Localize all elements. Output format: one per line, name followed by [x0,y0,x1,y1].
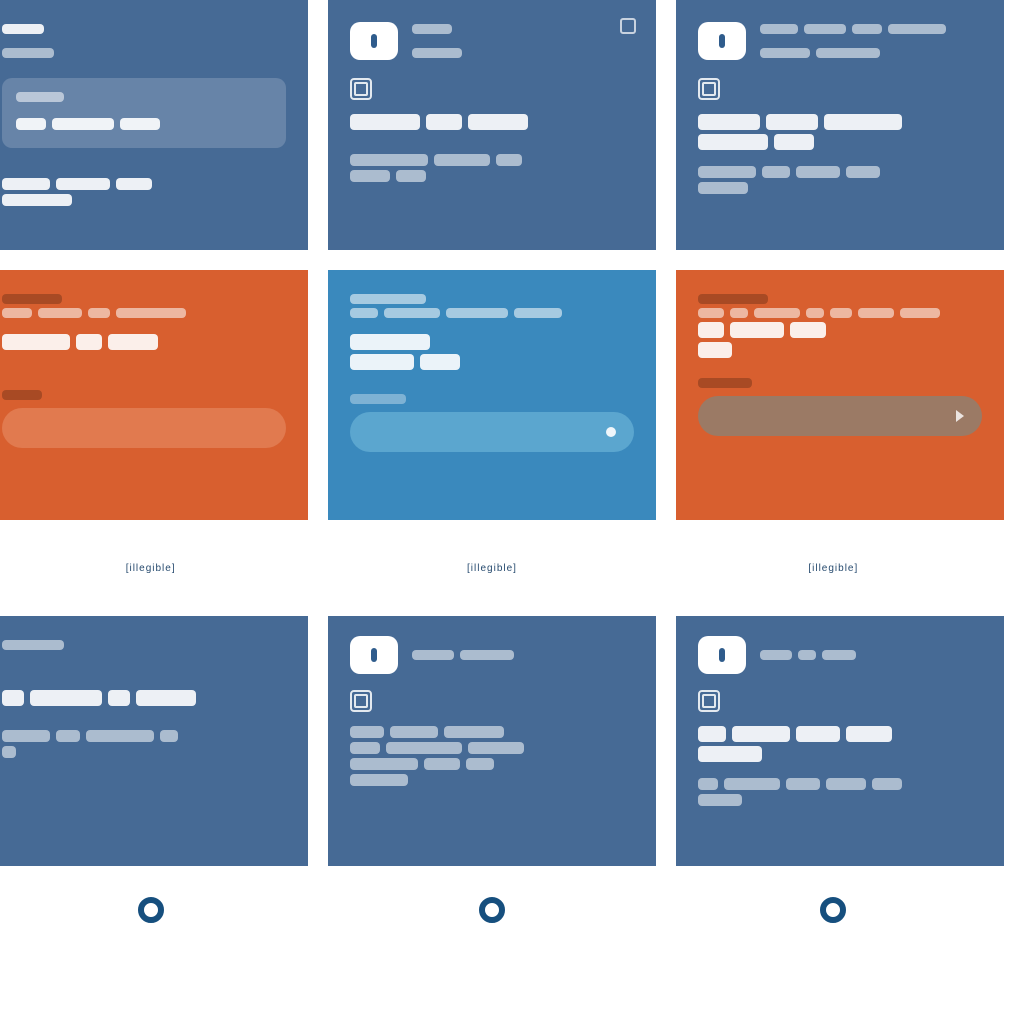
avatar-icon [698,22,746,60]
card-body [350,154,634,166]
card-r2c1[interactable] [0,270,308,520]
card-meta [2,24,54,34]
card-body [698,794,982,806]
card-body [350,726,634,738]
card-r2c3[interactable] [676,270,1004,520]
card-body [350,774,634,786]
avatar-icon [698,636,746,674]
card-meta-sub [412,48,462,58]
card-body [350,170,634,182]
card-grid: [illegible] [illegible] [illegible] [0,0,1004,934]
card-body [2,194,286,206]
doc-icon [698,78,720,100]
page-indicator-icon[interactable] [138,897,164,923]
card-body [698,778,982,790]
card-body [2,178,286,190]
highlight-chip [2,78,286,148]
card-meta [412,24,462,34]
caption-2: [illegible] [467,563,517,574]
text-input[interactable] [698,396,982,436]
card-sub [2,308,286,318]
caption-strip: [illegible] [illegible] [illegible] [0,540,1004,596]
doc-icon [698,690,720,712]
card-title [698,134,982,150]
card-title [698,746,982,762]
text-input[interactable] [350,412,634,452]
card-r2c2[interactable] [328,270,656,520]
card-r1c1[interactable] [0,0,308,250]
avatar-icon [350,636,398,674]
card-sub [698,308,982,318]
card-meta [350,294,634,304]
card-r1c3[interactable] [676,0,1004,250]
card-meta-sub [2,48,54,58]
card-meta [2,294,286,304]
caption-3: [illegible] [808,563,858,574]
field-label [2,390,286,400]
card-title [698,114,982,130]
card-body [698,182,982,194]
corner-icon [620,18,636,34]
card-meta [412,650,514,660]
doc-icon [350,78,372,100]
card-title [350,334,634,350]
card-body [350,742,634,754]
card-title [698,322,982,338]
card-meta [760,650,856,660]
card-title [350,354,634,370]
card-sub [350,308,634,318]
card-title [2,334,286,350]
card-title [350,114,634,130]
card-title [698,726,982,742]
doc-icon [350,690,372,712]
avatar-icon [350,22,398,60]
card-title [2,690,286,706]
card-r3c2[interactable] [328,616,656,866]
text-input[interactable] [2,408,286,448]
card-meta [698,294,982,304]
card-body [2,746,286,758]
page-indicator-icon[interactable] [479,897,505,923]
field-label [698,378,982,388]
card-body [698,166,982,178]
page-indicator-row [0,886,1004,934]
page-indicator-icon[interactable] [820,897,846,923]
card-meta [760,24,946,34]
card-meta [2,640,286,650]
field-label [350,394,634,404]
card-r3c1[interactable] [0,616,308,866]
card-body [2,730,286,742]
card-r1c2[interactable] [328,0,656,250]
card-r3c3[interactable] [676,616,1004,866]
card-meta-sub [760,48,946,58]
card-title-2 [698,342,982,358]
caption-1: [illegible] [126,563,176,574]
card-body [350,758,634,770]
